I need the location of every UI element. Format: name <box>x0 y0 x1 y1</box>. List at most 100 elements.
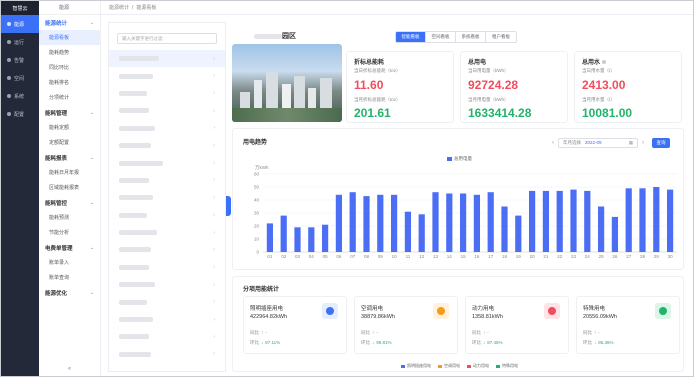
nav-item-1[interactable]: 运行 <box>1 33 39 51</box>
category-legend-item[interactable]: 动力用电 <box>467 363 489 369</box>
submenu-item[interactable]: 能耗排名 <box>39 75 100 90</box>
submenu-group[interactable]: 能耗报表 ⌄ <box>39 150 100 165</box>
tree-search-input[interactable]: 输入关键字进行过滤 <box>117 33 217 44</box>
tree-node[interactable]: › <box>109 346 225 363</box>
submenu-item[interactable]: 区域能耗报表 <box>39 180 100 195</box>
bar-30[interactable] <box>666 189 674 252</box>
bar-16[interactable] <box>473 194 481 252</box>
tree-node[interactable]: › <box>109 207 225 224</box>
tree-node[interactable]: › <box>109 241 225 258</box>
bar-28[interactable] <box>639 188 646 252</box>
submenu-item[interactable]: 账单录入 <box>39 255 100 270</box>
bar-03[interactable] <box>294 227 301 252</box>
nav-item-5[interactable]: 配置 <box>1 105 39 123</box>
bar-29[interactable] <box>653 187 660 252</box>
water-today-label: 当日用水量（t） <box>582 68 615 73</box>
bar-09[interactable] <box>377 194 384 252</box>
submenu-group[interactable]: 能源优化 ⌄ <box>39 285 100 300</box>
bar-02[interactable] <box>280 215 287 252</box>
nav-item-3[interactable]: 空间 <box>1 69 39 87</box>
x-tick-label: 03 <box>295 254 301 259</box>
bar-07[interactable] <box>349 192 356 252</box>
tree-node[interactable]: › <box>109 102 225 119</box>
bar-04[interactable] <box>308 227 315 252</box>
breadcrumb-item[interactable]: 能源统计 <box>109 4 129 11</box>
bar-23[interactable] <box>570 189 577 252</box>
x-tick-label: 01 <box>267 254 273 259</box>
view-tab[interactable]: 租户看板 <box>486 32 516 42</box>
tree-node-label <box>119 195 153 201</box>
tree-node[interactable]: › <box>109 259 225 276</box>
submenu-item[interactable]: 同比环比 <box>39 60 100 75</box>
submenu-item[interactable]: 账单查询 <box>39 270 100 285</box>
submenu-item[interactable]: 分项统计 <box>39 90 100 105</box>
bar-21[interactable] <box>542 190 550 252</box>
water-month-label: 当月用水量（t） <box>582 97 615 102</box>
submenu-group[interactable]: 能耗管理 ⌄ <box>39 105 100 120</box>
bar-20[interactable] <box>528 190 536 252</box>
bar-18[interactable] <box>501 206 508 253</box>
tree-node[interactable]: › <box>109 85 225 102</box>
bar-26[interactable] <box>611 216 619 252</box>
nav-item-0[interactable]: 能源 <box>1 15 39 33</box>
tree-node[interactable]: › <box>109 67 225 84</box>
tree-node[interactable]: › <box>109 137 225 154</box>
category-value: 20556.09kWh <box>583 314 617 320</box>
bar-05[interactable] <box>321 224 329 252</box>
category-legend-item[interactable]: 特殊用电 <box>496 363 518 369</box>
tree-node[interactable]: › <box>109 276 225 293</box>
category-legend-item[interactable]: 照明插座用电 <box>401 363 431 369</box>
submenu-item[interactable]: 能耗预测 <box>39 210 100 225</box>
tree-node[interactable]: › <box>109 154 225 171</box>
bar-19[interactable] <box>515 215 522 252</box>
submenu-group[interactable]: 能源统计 ⌄ <box>39 15 100 30</box>
nav-item-4[interactable]: 系统 <box>1 87 39 105</box>
tree-node[interactable]: › <box>109 120 225 137</box>
bar-01[interactable] <box>266 223 274 252</box>
tree-node[interactable]: › <box>109 172 225 189</box>
bar-25[interactable] <box>597 206 605 253</box>
bar-22[interactable] <box>556 190 563 252</box>
submenu-item[interactable]: 节能分析 <box>39 225 100 240</box>
bar-08[interactable] <box>363 196 370 252</box>
yoy-value: - <box>487 330 489 335</box>
redacted-text <box>119 230 157 236</box>
submenu-group[interactable]: 能耗管控 ⌄ <box>39 195 100 210</box>
submenu-item[interactable]: 定额配置 <box>39 135 100 150</box>
bar-24[interactable] <box>584 190 591 252</box>
nav-item-2[interactable]: 告警 <box>1 51 39 69</box>
tree-node[interactable]: › <box>109 293 225 310</box>
bar-11[interactable] <box>404 211 412 252</box>
arrow-down-icon: ↓ <box>372 340 375 345</box>
bar-12[interactable] <box>418 214 425 252</box>
submenu-item[interactable]: 能源看板 <box>39 30 100 45</box>
submenu-group[interactable]: 电费单管理 ⌄ <box>39 240 100 255</box>
tree-node-label <box>119 143 151 149</box>
chevron-right-icon: › <box>213 194 215 201</box>
tree-node[interactable]: › <box>109 189 225 206</box>
submenu-item[interactable]: 能耗定额 <box>39 120 100 135</box>
view-tab[interactable]: 系统看板 <box>456 32 486 42</box>
submenu-item[interactable]: 能耗日月年报 <box>39 165 100 180</box>
bar-15[interactable] <box>459 193 467 253</box>
submenu-item[interactable]: 能耗趋势 <box>39 45 100 60</box>
tree-node[interactable]: › <box>109 50 225 68</box>
view-tab[interactable]: 智能看板 <box>396 32 426 42</box>
view-tab[interactable]: 空间看板 <box>426 32 456 42</box>
tree-node[interactable]: › <box>109 328 225 345</box>
category-legend-item[interactable]: 空调用电 <box>438 363 460 369</box>
bar-27[interactable] <box>625 188 632 252</box>
bar-06[interactable] <box>335 194 343 252</box>
collapse-menu-button[interactable]: « <box>39 366 100 372</box>
bar-14[interactable] <box>446 193 453 253</box>
redacted-text <box>119 264 149 270</box>
yoy-value: - <box>265 330 267 335</box>
tree-node[interactable]: › <box>109 224 225 241</box>
chevron-down-icon: ⌄ <box>89 289 94 296</box>
tree-node[interactable]: › <box>109 311 225 328</box>
tree-collapse-handle[interactable] <box>226 196 231 216</box>
bar-13[interactable] <box>432 192 439 252</box>
chevron-right-icon: › <box>213 212 215 219</box>
bar-10[interactable] <box>390 194 398 252</box>
bar-17[interactable] <box>487 192 494 252</box>
